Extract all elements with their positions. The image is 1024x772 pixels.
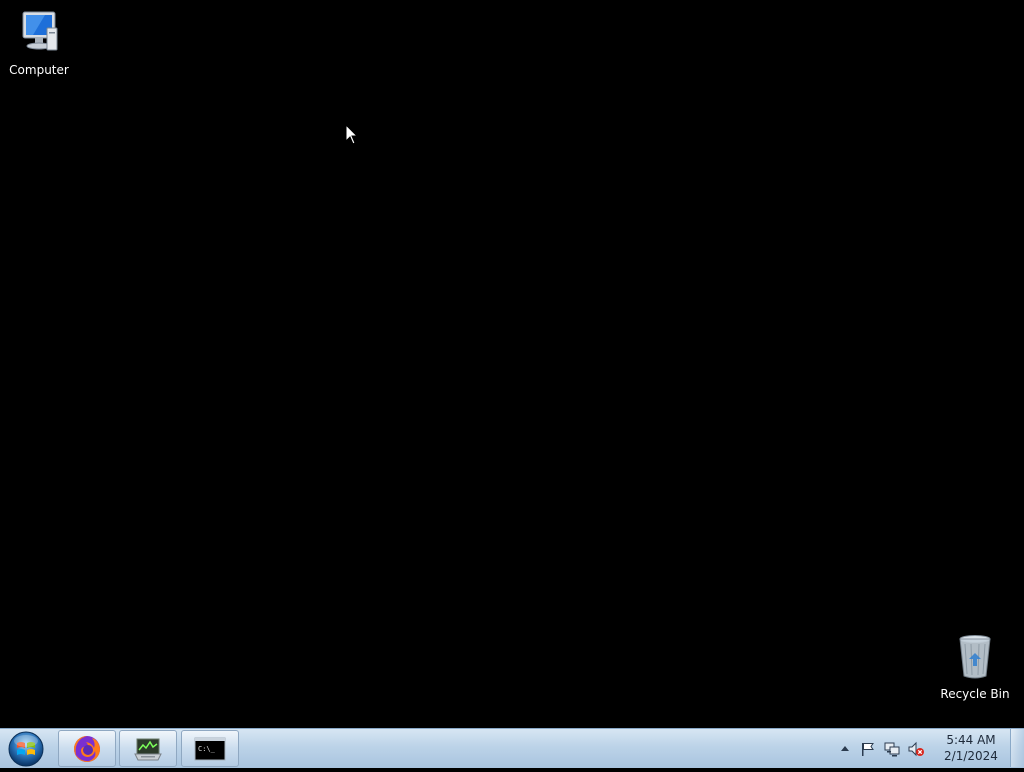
volume-muted-icon[interactable] xyxy=(908,741,924,757)
desktop[interactable]: Computer Recycle Bin xyxy=(0,0,1024,728)
clock-date: 2/1/2024 xyxy=(944,749,998,763)
taskbar-button-firefox[interactable] xyxy=(58,730,116,767)
cmd-icon: C:\_ xyxy=(194,737,226,760)
recycle-bin-icon xyxy=(959,635,991,679)
start-button[interactable] xyxy=(6,730,46,768)
taskbar-button-command-prompt[interactable]: C:\_ xyxy=(181,730,239,767)
monitor-icon xyxy=(134,738,162,760)
clock-time: 5:44 AM xyxy=(946,733,996,747)
desktop-icon-computer-label: Computer xyxy=(9,63,69,77)
system-tray: 5:44 AM 2/1/2024 xyxy=(834,729,1024,769)
desktop-icon-computer[interactable]: Computer xyxy=(1,8,77,77)
taskbar-clock[interactable]: 5:44 AM 2/1/2024 xyxy=(938,732,1004,764)
desktop-icon-recycle-bin-label: Recycle Bin xyxy=(940,687,1010,701)
windows-orb-icon xyxy=(8,731,44,767)
taskbar-button-network-monitor[interactable] xyxy=(119,730,177,767)
taskbar: C:\_ 5:44 AM 2/1/2024 xyxy=(0,728,1024,768)
cmd-icon-text: C:\_ xyxy=(198,745,216,753)
network-icon[interactable] xyxy=(884,741,900,757)
desktop-icon-recycle-bin[interactable]: Recycle Bin xyxy=(937,632,1013,701)
show-hidden-icons-arrow-icon[interactable] xyxy=(840,744,850,752)
firefox-icon xyxy=(74,735,100,762)
action-center-flag-icon[interactable] xyxy=(860,741,876,757)
mouse-cursor-icon xyxy=(345,124,359,145)
computer-icon xyxy=(22,11,58,51)
show-desktop-button[interactable] xyxy=(1010,729,1024,767)
